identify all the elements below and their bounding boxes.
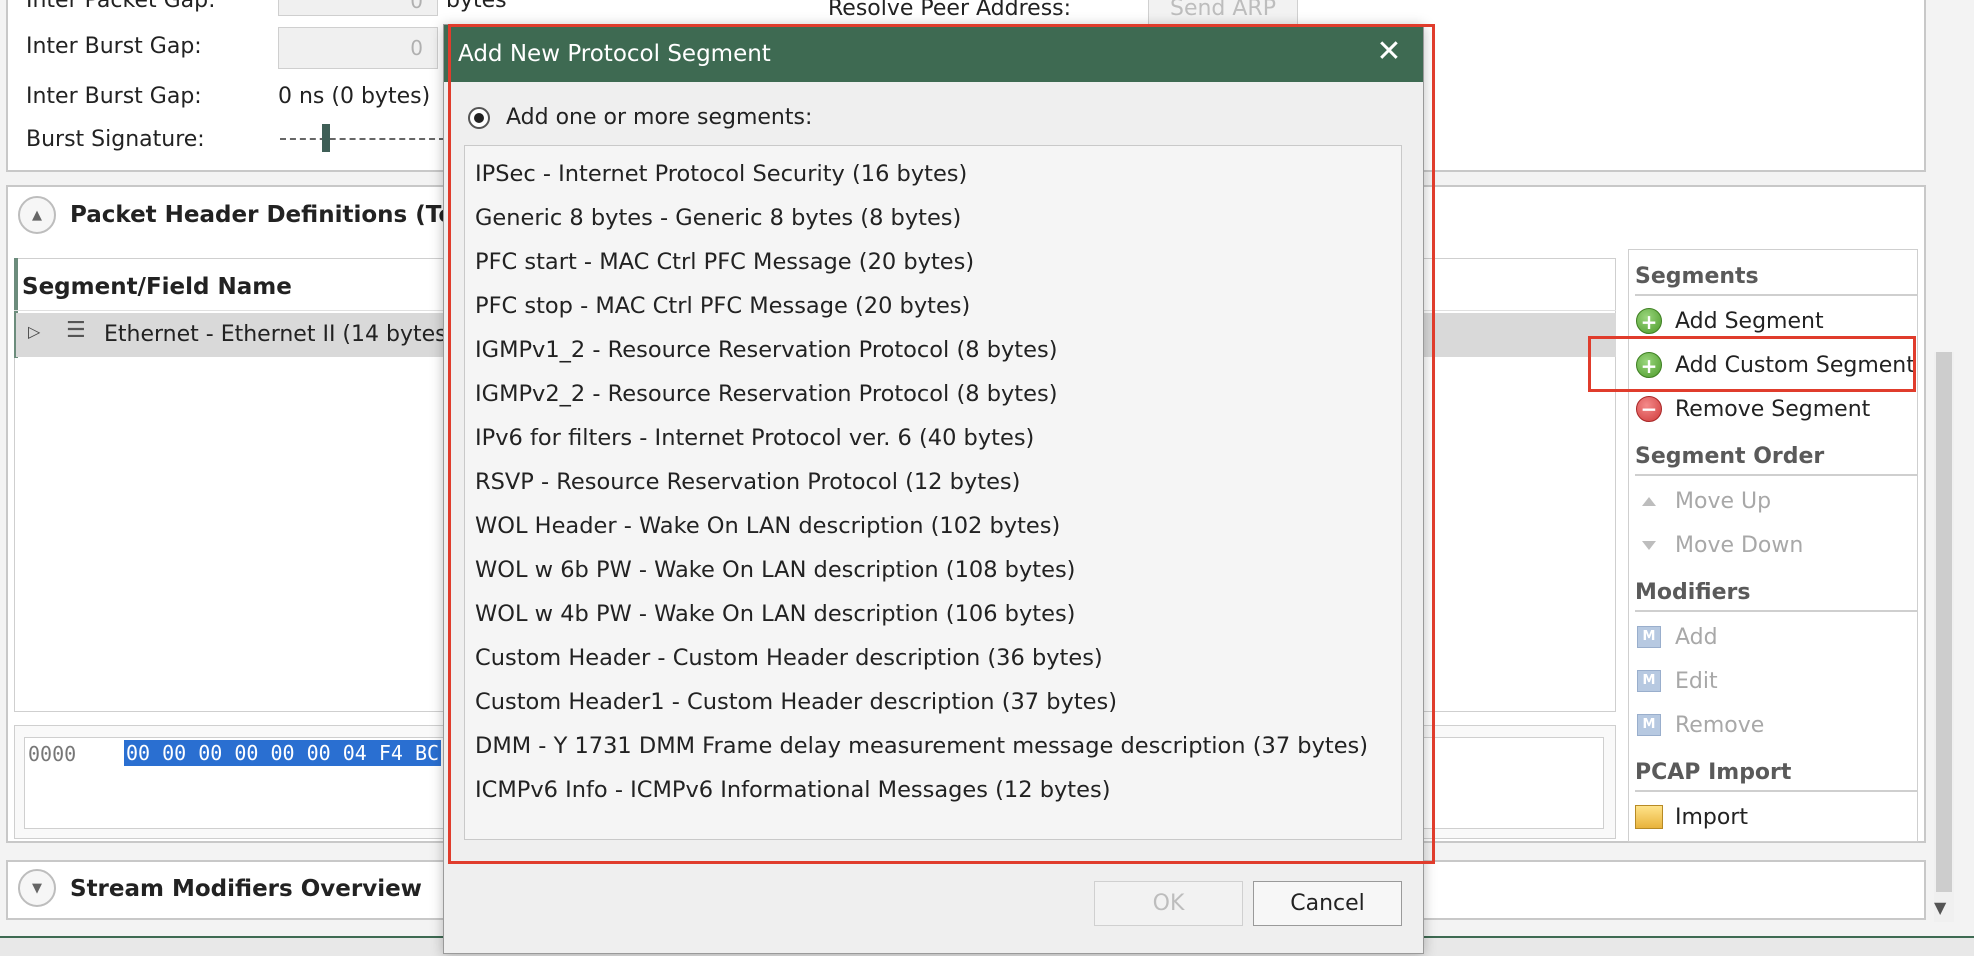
inter-packet-gap-label: Inter Packet Gap:	[26, 0, 216, 13]
segment-list-icon: ☰	[66, 318, 86, 343]
pcap-import-header: PCAP Import	[1635, 760, 1792, 785]
list-item[interactable]: Custom Header - Custom Header descriptio…	[465, 636, 1401, 680]
segment-actions-sidebar: Segments + Add Segment + Add Custom Segm…	[1628, 249, 1918, 842]
packet-header-title: Packet Header Definitions (Total	[70, 202, 489, 228]
ok-button[interactable]: OK	[1094, 881, 1243, 926]
remove-segment-label: Remove Segment	[1675, 396, 1871, 422]
add-protocol-segment-dialog: Add New Protocol Segment ✕ Add one or mo…	[443, 24, 1424, 954]
modifier-edit-button[interactable]: M Edit	[1635, 664, 1718, 698]
pcap-divider	[1635, 790, 1917, 792]
list-item[interactable]: WOL Header - Wake On LAN description (10…	[465, 504, 1401, 548]
inter-burst-gap-field[interactable]: 0	[278, 27, 438, 69]
list-item[interactable]: ICMPv6 Info - ICMPv6 Informational Messa…	[465, 768, 1401, 812]
inter-burst-gap-label: Inter Burst Gap:	[26, 34, 202, 59]
column-header-segment-field-name: Segment/Field Name	[22, 274, 292, 300]
add-segments-radio-label[interactable]: Add one or more segments:	[506, 105, 812, 130]
add-segments-radio[interactable]	[468, 107, 490, 129]
arrow-down-icon	[1635, 531, 1663, 559]
dialog-title-bar: Add New Protocol Segment	[444, 25, 1423, 82]
segment-order-header: Segment Order	[1635, 444, 1825, 469]
list-item[interactable]: DMM - Y 1731 DMM Frame delay measurement…	[465, 724, 1401, 768]
collapse-down-button[interactable]: ▼	[18, 869, 56, 907]
folder-import-icon	[1635, 803, 1663, 831]
add-custom-segment-label: Add Custom Segment	[1675, 352, 1915, 378]
list-item[interactable]: IGMPv2_2 - Resource Reservation Protocol…	[465, 372, 1401, 416]
add-icon: +	[1635, 307, 1663, 335]
modifier-remove-icon: M	[1635, 711, 1663, 739]
burst-signature-graph	[280, 138, 445, 140]
move-down-label: Move Down	[1675, 532, 1804, 558]
burst-signature-label: Burst Signature:	[26, 127, 205, 152]
segment-list[interactable]: IPSec - Internet Protocol Security (16 b…	[464, 145, 1402, 840]
ethernet-row-label: Ethernet - Ethernet II (14 bytes)	[104, 322, 456, 347]
stream-modifiers-title: Stream Modifiers Overview	[70, 876, 422, 902]
list-item[interactable]: PFC stop - MAC Ctrl PFC Message (20 byte…	[465, 284, 1401, 328]
remove-icon: −	[1635, 395, 1663, 423]
add-segment-label: Add Segment	[1675, 308, 1824, 334]
modifier-remove-button[interactable]: M Remove	[1635, 708, 1764, 742]
scroll-down-arrow-icon[interactable]: ▼	[1934, 898, 1946, 917]
cancel-button[interactable]: Cancel	[1253, 881, 1402, 926]
import-label: Import	[1675, 804, 1749, 830]
add-custom-segment-button[interactable]: + Add Custom Segment	[1635, 348, 1915, 382]
modifier-edit-label: Edit	[1675, 668, 1718, 694]
segments-divider	[1635, 294, 1917, 296]
move-up-button[interactable]: Move Up	[1635, 484, 1771, 518]
inter-packet-gap-unit: bytes	[446, 0, 507, 13]
modifier-add-label: Add	[1675, 624, 1718, 650]
modifier-edit-icon: M	[1635, 667, 1663, 695]
hex-offset: 0000	[28, 742, 77, 766]
dialog-title: Add New Protocol Segment	[458, 40, 771, 67]
collapse-up-button[interactable]: ▲	[18, 196, 56, 234]
close-icon[interactable]: ✕	[1373, 37, 1405, 69]
order-divider	[1635, 474, 1917, 476]
import-button[interactable]: Import	[1635, 800, 1748, 834]
modifier-remove-label: Remove	[1675, 712, 1765, 738]
list-item[interactable]: PFC start - MAC Ctrl PFC Message (20 byt…	[465, 240, 1401, 284]
list-item[interactable]: WOL w 6b PW - Wake On LAN description (1…	[465, 548, 1401, 592]
remove-segment-button[interactable]: − Remove Segment	[1635, 392, 1870, 426]
list-item[interactable]: IPv6 for filters - Internet Protocol ver…	[465, 416, 1401, 460]
resolve-peer-label: Resolve Peer Address:	[828, 0, 1072, 21]
add-segment-button[interactable]: + Add Segment	[1635, 304, 1824, 338]
modifier-add-icon: M	[1635, 623, 1663, 651]
list-item[interactable]: Custom Header1 - Custom Header descripti…	[465, 680, 1401, 724]
move-up-label: Move Up	[1675, 488, 1772, 514]
modifiers-divider	[1635, 610, 1917, 612]
list-item[interactable]: IGMPv1_2 - Resource Reservation Protocol…	[465, 328, 1401, 372]
add-custom-icon: +	[1635, 351, 1663, 379]
list-item[interactable]: Generic 8 bytes - Generic 8 bytes (8 byt…	[465, 196, 1401, 240]
inter-burst-gap-label-2: Inter Burst Gap:	[26, 84, 202, 109]
inter-burst-gap-readout: 0 ns (0 bytes)	[278, 84, 431, 109]
list-item[interactable]: RSVP - Resource Reservation Protocol (12…	[465, 460, 1401, 504]
arrow-up-icon	[1635, 487, 1663, 515]
segments-header: Segments	[1635, 264, 1759, 289]
burst-signature-marker	[322, 124, 330, 152]
modifiers-header: Modifiers	[1635, 580, 1751, 605]
modifier-add-button[interactable]: M Add	[1635, 620, 1718, 654]
list-item[interactable]: WOL w 4b PW - Wake On LAN description (1…	[465, 592, 1401, 636]
inter-packet-gap-field[interactable]: 0	[278, 0, 438, 16]
main-scrollbar-thumb[interactable]	[1936, 352, 1952, 892]
list-item[interactable]: IPSec - Internet Protocol Security (16 b…	[465, 152, 1401, 196]
hex-bytes-selection[interactable]: 00 00 00 00 00 00 04 F4 BC	[124, 740, 442, 766]
expand-chevron-icon[interactable]: ▷	[28, 322, 40, 341]
move-down-button[interactable]: Move Down	[1635, 528, 1803, 562]
